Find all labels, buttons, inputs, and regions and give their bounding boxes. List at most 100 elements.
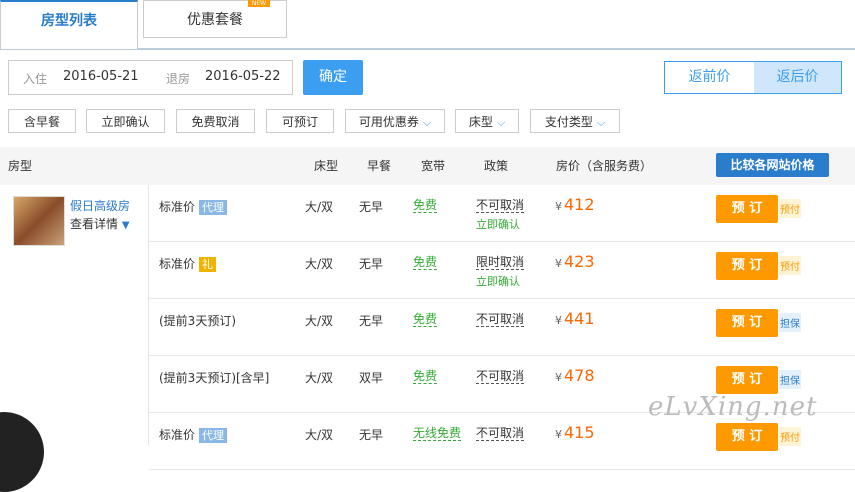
bed-type: 大/双 [305, 428, 334, 442]
filter-bookable[interactable]: 可预订 [266, 109, 334, 133]
broadband: 无线免费 [413, 426, 462, 441]
breakfast: 无早 [359, 257, 384, 271]
rate-name: (提前3天预订) [159, 312, 236, 329]
filter-bed[interactable]: 床型 ⌵ [455, 109, 519, 133]
filter-breakfast[interactable]: 含早餐 [8, 109, 76, 133]
checkin-label: 入住 [23, 72, 48, 86]
breakfast: 无早 [359, 428, 384, 442]
payment-type-badge: 预付 [779, 427, 801, 446]
currency-symbol: ¥ [555, 371, 562, 384]
checkin-date-field[interactable]: 2016-05-21 [63, 69, 139, 84]
payment-type-badge: 预付 [779, 199, 801, 218]
payment-type-badge: 担保 [779, 313, 801, 332]
rate-row: 标准价礼 大/双 无早 免费 限时取消立即确认 ¥423 预 订预付 [149, 242, 855, 299]
chevron-down-icon: ⌵ [496, 116, 506, 129]
rate-name-text: 标准价 [159, 200, 196, 214]
header-broadband: 宽带 [421, 159, 446, 173]
rate-name: 标准价 代理 [159, 198, 228, 215]
cancel-policy[interactable]: 不可取消 [476, 198, 525, 213]
tab-room-list[interactable]: 房型列表 [0, 0, 138, 49]
room-price: ¥423 [555, 252, 595, 271]
breakfast: 无早 [359, 200, 384, 214]
cancel-policy[interactable]: 不可取消 [476, 369, 525, 384]
room-price: ¥415 [555, 423, 595, 442]
currency-symbol: ¥ [555, 314, 562, 327]
filter-free-cancel[interactable]: 免费取消 [176, 109, 255, 133]
book-button[interactable]: 预 订 [716, 309, 778, 337]
view-details-link[interactable]: 查看详情 ▼ [70, 215, 130, 232]
cancel-policy[interactable]: 不可取消 [476, 426, 525, 441]
book-button[interactable]: 预 订 [716, 195, 778, 223]
bed-type: 大/双 [305, 200, 334, 214]
rate-name: 标准价 代理 [159, 426, 228, 443]
broadband: 免费 [413, 198, 438, 213]
confirm-policy: 立即确认 [476, 275, 520, 288]
header-room: 房型 [8, 159, 33, 173]
filter-payment-label: 支付类型 [544, 115, 593, 129]
breakfast: 无早 [359, 314, 384, 328]
cancel-policy[interactable]: 限时取消 [476, 255, 525, 270]
book-button[interactable]: 预 订 [716, 366, 778, 394]
currency-symbol: ¥ [555, 200, 562, 213]
price-after-rebate-button[interactable]: 返后价 [754, 62, 841, 93]
filter-free-cancel-label: 免费取消 [191, 115, 240, 129]
book-button[interactable]: 预 订 [716, 423, 778, 451]
room-name-link[interactable]: 假日高级房 [70, 197, 130, 214]
filter-instant-confirm[interactable]: 立即确认 [86, 109, 165, 133]
filter-bookable-label: 可预订 [281, 115, 318, 129]
header-policy: 政策 [484, 159, 509, 173]
price-value: 412 [564, 195, 595, 214]
price-value: 423 [564, 252, 595, 271]
room-thumbnail[interactable] [13, 196, 65, 246]
rate-name: 标准价礼 [159, 255, 217, 272]
currency-symbol: ¥ [555, 257, 562, 270]
new-badge: NEW [248, 0, 270, 7]
date-selector: 入住 2016-05-21 退房 2016-05-22 [8, 60, 293, 95]
rate-tag: 代理 [199, 200, 228, 215]
chevron-down-icon: ⌵ [422, 116, 432, 129]
room-price: ¥478 [555, 366, 595, 385]
filter-breakfast-label: 含早餐 [23, 115, 60, 129]
rate-tag: 礼 [199, 257, 217, 272]
rate-row: 标准价 代理 大/双 无早 免费 不可取消立即确认 ¥412 预 订预付 [149, 185, 855, 242]
room-price: ¥412 [555, 195, 595, 214]
compare-prices-button[interactable]: 比较各网站价格 [716, 153, 829, 177]
filter-instant-label: 立即确认 [101, 115, 150, 129]
price-toggle: 返前价 返后价 [664, 61, 842, 94]
checkout-date-field[interactable]: 2016-05-22 [205, 69, 281, 84]
watermark: eLvXing.net [648, 392, 818, 422]
confirm-policy: 立即确认 [476, 218, 520, 231]
breakfast: 双早 [359, 371, 384, 385]
rate-name-text: (提前3天预订)[含早] [159, 371, 270, 385]
payment-type-badge: 预付 [779, 256, 801, 275]
filter-payment[interactable]: 支付类型 ⌵ [530, 109, 620, 133]
rate-row: (提前3天预订) 大/双 无早 免费 不可取消 ¥441 预 订担保 [149, 299, 855, 356]
chevron-down-icon: ⌵ [596, 116, 606, 129]
price-before-rebate-button[interactable]: 返前价 [665, 62, 754, 93]
currency-symbol: ¥ [555, 428, 562, 441]
broadband: 免费 [413, 255, 438, 270]
price-value: 415 [564, 423, 595, 442]
bed-type: 大/双 [305, 371, 334, 385]
filter-bed-label: 床型 [468, 115, 493, 129]
header-breakfast: 早餐 [367, 159, 392, 173]
bed-type: 大/双 [305, 257, 334, 271]
header-bed: 床型 [314, 159, 339, 173]
price-value: 478 [564, 366, 595, 385]
header-price: 房价（含服务费） [556, 159, 653, 173]
rate-name-text: (提前3天预订) [159, 314, 236, 328]
cancel-policy[interactable]: 不可取消 [476, 312, 525, 327]
rate-name-text: 标准价 [159, 428, 196, 442]
room-price: ¥441 [555, 309, 595, 328]
room-info: 假日高级房 查看详情 ▼ [0, 185, 149, 445]
book-button[interactable]: 预 订 [716, 252, 778, 280]
view-details-label: 查看详情 [70, 217, 119, 231]
price-value: 441 [564, 309, 595, 328]
confirm-button[interactable]: 确定 [303, 60, 363, 95]
table-header: 房型 床型 早餐 宽带 政策 房价（含服务费） 比较各网站价格 [0, 147, 855, 185]
rate-name-text: 标准价 [159, 257, 196, 271]
filter-coupon[interactable]: 可用优惠券 ⌵ [345, 109, 445, 133]
broadband: 免费 [413, 369, 438, 384]
broadband: 免费 [413, 312, 438, 327]
filter-coupon-label: 可用优惠券 [358, 115, 419, 129]
